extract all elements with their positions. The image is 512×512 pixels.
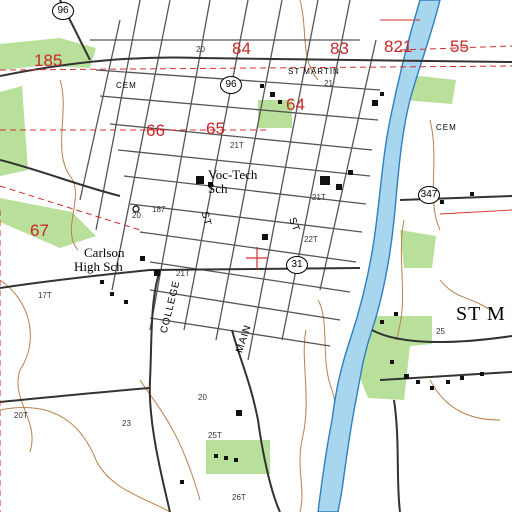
building-markers <box>100 84 484 484</box>
location-crosshair <box>246 247 268 269</box>
elevation-label: 21T <box>312 193 326 202</box>
route-shield: 96 <box>220 76 242 94</box>
elevation-label: 187 <box>152 205 166 214</box>
route-shield: 96 <box>52 2 74 20</box>
elevation-label: 25 <box>436 327 445 336</box>
section-number: 84 <box>232 39 251 58</box>
elevation-label: 21T <box>176 269 190 278</box>
route-shield: 347 <box>418 186 440 204</box>
section-number: 821 <box>384 37 413 56</box>
section-number: 67 <box>30 221 49 240</box>
college-street-st-label: ST <box>198 210 214 228</box>
elevation-label: 21T <box>230 141 244 150</box>
section-number: 64 <box>286 95 305 114</box>
vegetation-area <box>400 230 436 268</box>
section-number: 65 <box>206 119 225 138</box>
elevation-label: 22T <box>304 235 318 244</box>
elevation-label: 21 <box>324 79 333 88</box>
cemetery-label: CEM <box>436 123 457 132</box>
section-number: 185 <box>34 51 63 70</box>
major-roads <box>0 0 512 512</box>
elevation-label: 25T <box>208 431 222 440</box>
map-graphics <box>0 0 512 512</box>
map-canvas[interactable]: Voc-Tech Sch Carlson High Sch ST M ST MA… <box>0 0 512 512</box>
route-shield: 31 <box>286 256 308 274</box>
carlson-label: Carlson <box>84 245 125 260</box>
elevation-label: 20 <box>132 211 141 220</box>
elevation-label: 23 <box>122 419 131 428</box>
section-number: 55 <box>450 37 469 56</box>
elevation-label: 20 <box>198 393 207 402</box>
elevation-label: 17T <box>38 291 52 300</box>
carlson-high-school-label: High Sch <box>74 259 123 274</box>
elevation-label: 26T <box>232 493 246 502</box>
parish-label: ST M <box>456 303 506 325</box>
elevation-label: 20 <box>196 45 205 54</box>
elevation-label: 20T <box>14 411 28 420</box>
st-martin-street-label: ST MARTIN <box>288 67 340 76</box>
cemetery-label: CEM <box>116 81 137 90</box>
voc-tech-label: Voc-Tech <box>208 167 258 182</box>
voc-tech-school-label: Sch <box>208 181 228 196</box>
section-number: 66 <box>146 121 165 140</box>
vegetation-area <box>0 86 28 176</box>
section-number: 83 <box>330 39 349 58</box>
